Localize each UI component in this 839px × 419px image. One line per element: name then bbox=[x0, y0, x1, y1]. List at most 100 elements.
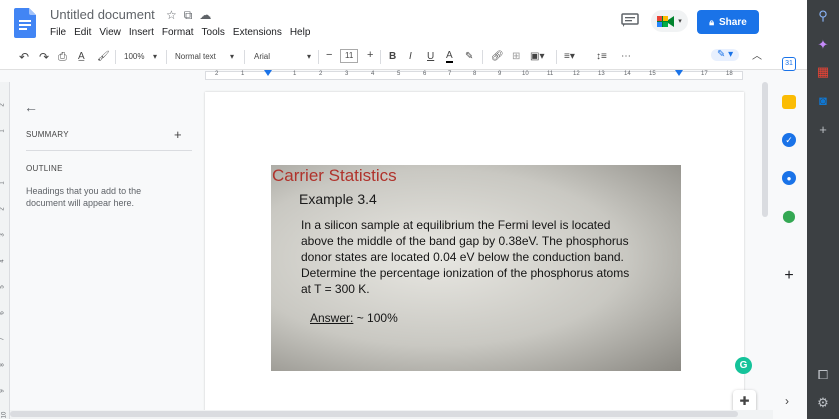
ruler-number: 10 bbox=[522, 71, 529, 77]
search-icon[interactable]: ⚲ bbox=[815, 8, 831, 24]
ruler-number: 13 bbox=[598, 71, 605, 77]
spellcheck-icon[interactable]: A̲ bbox=[78, 51, 85, 63]
menu-extensions[interactable]: Extensions bbox=[233, 27, 282, 38]
menu-edit[interactable]: Edit bbox=[74, 27, 91, 38]
lock-icon: 🔒︎ bbox=[709, 16, 714, 27]
tasks-icon[interactable]: ✓ bbox=[782, 133, 796, 147]
docs-logo-icon[interactable] bbox=[14, 8, 36, 38]
document-outline-panel: ← SUMMARY + OUTLINE Headings that you ad… bbox=[12, 82, 192, 419]
move-folder-icon[interactable]: ⧉ bbox=[184, 8, 193, 23]
ruler-number: 5 bbox=[397, 71, 401, 77]
ruler-number: 1 bbox=[241, 71, 245, 77]
chevron-down-icon[interactable]: ▾ bbox=[230, 51, 234, 63]
outline-hint-text: Headings that you add to the document wi… bbox=[26, 186, 142, 208]
menu-file[interactable]: File bbox=[50, 27, 66, 38]
ruler-number: 3 bbox=[0, 233, 6, 237]
image-text-line: In a silicon sample at equilibrium the F… bbox=[301, 218, 611, 232]
print-icon[interactable]: ⎙ bbox=[58, 51, 67, 63]
image-example: Example 3.4 bbox=[299, 191, 377, 207]
chevron-down-icon[interactable]: ▾ bbox=[307, 51, 311, 63]
ruler-number: 4 bbox=[0, 259, 6, 263]
underline-icon[interactable]: U bbox=[427, 51, 434, 63]
grammarly-icon[interactable]: G bbox=[735, 357, 752, 374]
right-indent-marker-icon[interactable] bbox=[675, 70, 683, 76]
calendar-icon[interactable]: 31 bbox=[782, 57, 796, 71]
add-comment-icon[interactable]: ⊞ bbox=[512, 51, 520, 63]
ruler-number: 1 bbox=[293, 71, 297, 77]
back-arrow-icon[interactable]: ← bbox=[24, 99, 38, 115]
ruler-number: 9 bbox=[0, 389, 6, 393]
menu-insert[interactable]: Insert bbox=[129, 27, 154, 38]
outlook-icon[interactable]: ◙ bbox=[815, 93, 831, 109]
ruler-number: 2 bbox=[319, 71, 323, 77]
menu-tools[interactable]: Tools bbox=[202, 27, 225, 38]
ruler-number: 17 bbox=[701, 71, 708, 77]
decrease-font-size-button[interactable]: − bbox=[326, 49, 332, 61]
keep-icon[interactable] bbox=[782, 95, 796, 109]
comment-history-icon[interactable] bbox=[620, 12, 640, 28]
chevron-up-icon[interactable]: ︿ bbox=[752, 51, 762, 63]
bold-icon[interactable]: B bbox=[389, 51, 396, 63]
ruler-number: 9 bbox=[498, 71, 502, 77]
image-title: Carrier Statistics bbox=[272, 166, 397, 185]
horizontal-scrollbar[interactable] bbox=[10, 411, 738, 417]
document-title[interactable]: Untitled document bbox=[50, 7, 155, 22]
summary-heading: SUMMARY bbox=[26, 130, 69, 139]
ruler-number: 18 bbox=[726, 71, 733, 77]
chevron-right-icon[interactable]: › bbox=[785, 394, 789, 408]
office-icon[interactable]: ▦ bbox=[815, 64, 831, 80]
ruler-number: 7 bbox=[448, 71, 452, 77]
style-select[interactable]: Normal text bbox=[175, 51, 216, 63]
line-spacing-icon[interactable]: ↕≡ bbox=[596, 51, 607, 63]
italic-icon[interactable]: I bbox=[409, 51, 412, 63]
menu-view[interactable]: View bbox=[99, 27, 121, 38]
text-color-icon[interactable]: A bbox=[446, 51, 453, 63]
font-size-input[interactable]: 11 bbox=[340, 49, 359, 63]
zoom-select[interactable]: 100% bbox=[124, 51, 144, 63]
title-bar: Untitled document ☆ ⧉ ☁ File Edit View I… bbox=[0, 0, 807, 44]
ruler-number: 7 bbox=[0, 337, 6, 341]
image-body-text: In a silicon sample at equilibrium the F… bbox=[301, 217, 681, 297]
horizontal-ruler bbox=[0, 70, 773, 82]
ruler-number: 1 bbox=[0, 181, 6, 185]
image-text-line: donor states are located 0.04 eV below t… bbox=[301, 250, 624, 264]
ruler-number: 8 bbox=[0, 363, 6, 367]
cloud-status-icon[interactable]: ☁ bbox=[199, 8, 211, 23]
ruler-number: 1 bbox=[0, 129, 6, 133]
share-button[interactable]: 🔒︎ Share bbox=[697, 10, 759, 34]
font-select[interactable]: Arial bbox=[254, 51, 270, 63]
ruler-number: 6 bbox=[0, 311, 6, 315]
align-icon[interactable]: ≡▾ bbox=[564, 51, 575, 63]
add-summary-button[interactable]: + bbox=[174, 127, 182, 142]
redo-icon[interactable]: ↷ bbox=[39, 51, 49, 63]
vertical-ruler: 2 1 1 2 3 4 5 6 7 8 9 10 bbox=[0, 82, 10, 419]
insert-image-icon[interactable]: ▣▾ bbox=[530, 51, 544, 63]
ruler-number: 14 bbox=[624, 71, 631, 77]
menu-help[interactable]: Help bbox=[290, 27, 311, 38]
undo-icon[interactable]: ↶ bbox=[19, 51, 29, 63]
indent-marker-icon[interactable] bbox=[264, 70, 272, 76]
sparkle-icon[interactable]: ✦ bbox=[815, 37, 831, 53]
star-icon[interactable]: ☆ bbox=[166, 8, 177, 23]
paint-format-icon[interactable]: 🖌︎ bbox=[97, 51, 110, 63]
more-options-icon[interactable]: ⋯ bbox=[621, 51, 631, 63]
highlight-icon[interactable]: ✎ bbox=[465, 51, 473, 63]
add-icon[interactable]: + bbox=[815, 122, 831, 138]
meet-button[interactable]: ▾ bbox=[651, 10, 688, 32]
chevron-down-icon: ▾ bbox=[678, 18, 682, 25]
embedded-image[interactable]: Carrier Statistics Example 3.4 In a sili… bbox=[271, 165, 681, 371]
image-text-line: Determine the percentage ionization of t… bbox=[301, 266, 630, 280]
contacts-icon[interactable]: ● bbox=[782, 171, 796, 185]
link-icon[interactable]: 🔗︎ bbox=[491, 51, 504, 63]
menu-format[interactable]: Format bbox=[162, 27, 194, 38]
chevron-down-icon[interactable]: ▾ bbox=[153, 51, 157, 63]
editing-mode-icon[interactable]: ✎ ▾ bbox=[711, 49, 740, 61]
settings-icon[interactable]: ⚙ bbox=[815, 395, 831, 411]
maps-icon[interactable]: ⬤ bbox=[782, 209, 796, 223]
add-addon-icon[interactable]: + bbox=[782, 267, 796, 284]
image-answer: Answer: ~ 100% bbox=[310, 311, 398, 325]
vertical-scrollbar[interactable] bbox=[762, 82, 768, 217]
ruler-number: 8 bbox=[473, 71, 477, 77]
sidebar-toggle-icon[interactable]: ⧠ bbox=[815, 367, 831, 383]
increase-font-size-button[interactable]: + bbox=[367, 49, 373, 61]
